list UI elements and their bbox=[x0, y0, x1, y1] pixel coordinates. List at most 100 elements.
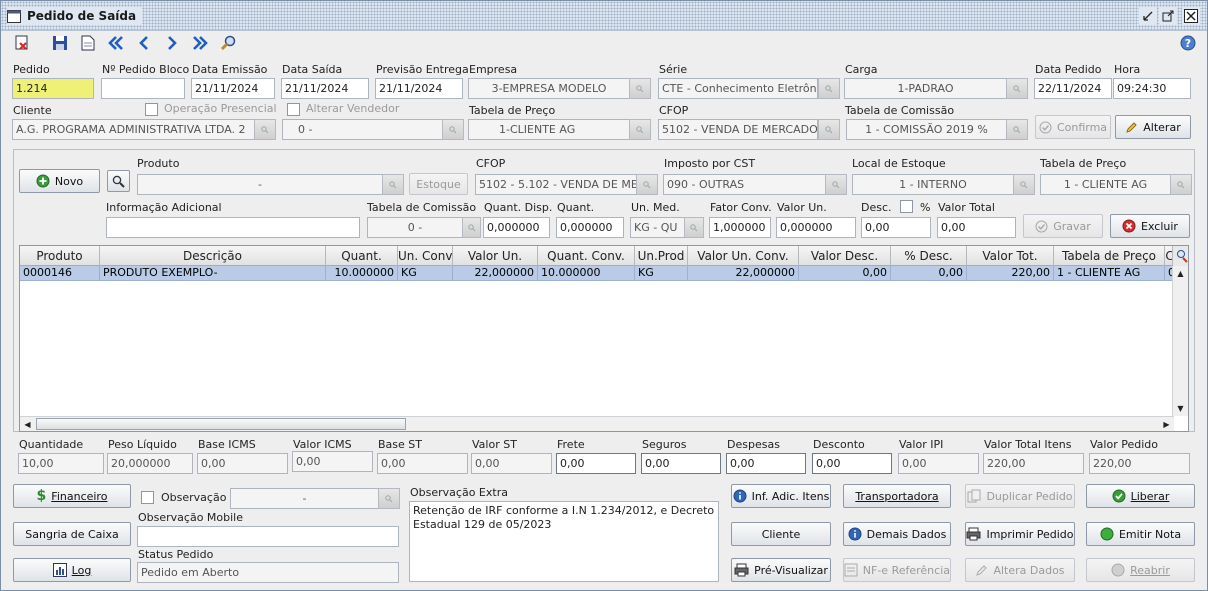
un-med-field[interactable]: KG - QU bbox=[630, 217, 685, 238]
tabela-preco-field[interactable]: 1-CLIENTE AG bbox=[468, 119, 630, 140]
save-icon[interactable] bbox=[49, 33, 71, 53]
nfe-referencia-button[interactable]: NF-e Referência bbox=[843, 558, 951, 582]
previsao-entrega-field[interactable]: 21/11/2024 bbox=[375, 78, 463, 99]
col-valor-tot[interactable]: Valor Tot. bbox=[967, 246, 1054, 266]
despesas-field[interactable]: 0,00 bbox=[726, 453, 806, 474]
item-cfop-lookup-icon[interactable] bbox=[636, 174, 658, 195]
tabela-preco-lookup-icon[interactable] bbox=[629, 119, 651, 140]
next-record-icon[interactable] bbox=[161, 33, 183, 53]
empresa-lookup-icon[interactable] bbox=[629, 78, 651, 99]
log-button[interactable]: Log bbox=[13, 558, 131, 582]
hora-field[interactable]: 09:24:30 bbox=[1113, 78, 1191, 99]
col-quant-conv[interactable]: Quant. Conv. bbox=[538, 246, 635, 266]
table-row[interactable]: 0000146 PRODUTO EXEMPLO- 10.000000 KG 22… bbox=[20, 266, 1174, 281]
data-saida-field[interactable]: 21/11/2024 bbox=[281, 78, 369, 99]
cfop-field[interactable]: 5102 - VENDA DE MERCADO bbox=[658, 119, 818, 140]
item-tabela-comissao-lookup-icon[interactable] bbox=[462, 217, 481, 238]
serie-field[interactable]: CTE - Conhecimento Eletrônico bbox=[658, 78, 818, 99]
item-cfop-field[interactable]: 5102 - 5.102 - VENDA DE ME bbox=[475, 174, 637, 195]
maximize-icon[interactable] bbox=[1159, 7, 1177, 25]
info-adicional-field[interactable] bbox=[106, 217, 360, 238]
inf-adic-itens-button[interactable]: Inf. Adic. Itens bbox=[731, 484, 831, 508]
scroll-down-icon[interactable]: ▼ bbox=[1173, 401, 1188, 416]
col-tabela-preco[interactable]: Tabela de Preço bbox=[1054, 246, 1165, 266]
observacao-mobile-field[interactable] bbox=[137, 526, 399, 547]
observacao-lookup-icon[interactable] bbox=[378, 488, 400, 509]
frete-field[interactable]: 0,00 bbox=[556, 453, 636, 474]
cliente-button[interactable]: Cliente bbox=[731, 522, 831, 546]
demais-dados-button[interactable]: Demais Dados bbox=[843, 522, 951, 546]
excluir-button[interactable]: Excluir bbox=[1110, 214, 1190, 238]
fator-conv-field[interactable]: 1,000000 bbox=[709, 217, 771, 238]
pedido-bloco-field[interactable] bbox=[101, 78, 185, 99]
confirma-button[interactable]: Confirma bbox=[1035, 115, 1111, 139]
column-chooser-icon[interactable] bbox=[1172, 246, 1188, 266]
quant-disp-field[interactable]: 0,000000 bbox=[483, 217, 550, 238]
col-valor-un[interactable]: Valor Un. bbox=[453, 246, 538, 266]
desconto-field[interactable]: 0,00 bbox=[812, 453, 892, 474]
serie-lookup-icon[interactable] bbox=[818, 78, 840, 99]
produto-lookup-icon[interactable] bbox=[382, 174, 404, 195]
vertical-scrollbar[interactable]: ▲ ▼ bbox=[1172, 266, 1188, 416]
valor-un-field[interactable]: 0,000000 bbox=[776, 217, 856, 238]
local-estoque-field[interactable]: 1 - INTERNO bbox=[852, 174, 1014, 195]
scroll-left-icon[interactable]: ◀ bbox=[20, 417, 35, 431]
product-search-button[interactable] bbox=[107, 170, 130, 192]
scroll-thumb[interactable] bbox=[36, 418, 406, 430]
tabela-comissao-lookup-icon[interactable] bbox=[1006, 119, 1028, 140]
first-record-icon[interactable] bbox=[105, 33, 127, 53]
desc-percent-checkbox[interactable] bbox=[900, 200, 913, 213]
alterar-vendedor-checkbox[interactable] bbox=[287, 103, 300, 116]
help-icon[interactable]: ? bbox=[1177, 33, 1199, 53]
desc-field[interactable]: 0,00 bbox=[861, 217, 931, 238]
pedido-field[interactable]: 1.214 bbox=[12, 78, 94, 99]
altera-dados-button[interactable]: Altera Dados bbox=[965, 558, 1075, 582]
col-produto[interactable]: Produto bbox=[20, 246, 100, 266]
data-emissao-field[interactable]: 21/11/2024 bbox=[191, 78, 275, 99]
tabela-comissao-field[interactable]: 1 - COMISSÃO 2019 % bbox=[846, 119, 1007, 140]
data-pedido-field[interactable]: 22/11/2024 bbox=[1034, 78, 1112, 99]
financeiro-button[interactable]: $ Financeiro bbox=[13, 484, 131, 508]
horizontal-scrollbar[interactable]: ◀ ▶ bbox=[20, 416, 1174, 431]
minimize-icon[interactable] bbox=[1139, 7, 1157, 25]
observacao-extra-textarea[interactable]: Retenção de IRF conforme a I.N 1.234/201… bbox=[409, 501, 719, 582]
quant-field[interactable]: 0,000000 bbox=[556, 217, 624, 238]
search-icon[interactable] bbox=[217, 33, 239, 53]
carga-field[interactable]: 1-PADRAO bbox=[844, 78, 1007, 99]
new-document-icon[interactable] bbox=[77, 33, 99, 53]
imposto-cst-field[interactable]: 090 - OUTRAS bbox=[663, 174, 826, 195]
valor-total-field[interactable]: 0,00 bbox=[937, 217, 1016, 238]
sangria-caixa-button[interactable]: Sangria de Caixa bbox=[13, 522, 131, 546]
imprimir-pedido-button[interactable]: Imprimir Pedido bbox=[965, 522, 1075, 546]
cliente-lookup-icon[interactable] bbox=[254, 119, 276, 140]
col-quant[interactable]: Quant. bbox=[326, 246, 398, 266]
col-pct-desc[interactable]: % Desc. bbox=[891, 246, 967, 266]
estoque-button[interactable]: Estoque bbox=[409, 173, 468, 195]
scroll-right-icon[interactable]: ▶ bbox=[1159, 417, 1174, 431]
local-estoque-lookup-icon[interactable] bbox=[1013, 174, 1035, 195]
operacao-presencial-checkbox[interactable] bbox=[145, 103, 158, 116]
emitir-nota-button[interactable]: Emitir Nota bbox=[1086, 522, 1195, 546]
un-med-lookup-icon[interactable] bbox=[684, 217, 704, 238]
alterar-button[interactable]: Alterar bbox=[1115, 115, 1191, 139]
observacao-checkbox[interactable] bbox=[141, 491, 154, 504]
imposto-cst-lookup-icon[interactable] bbox=[825, 174, 847, 195]
observacao-field[interactable]: - bbox=[230, 488, 379, 509]
last-record-icon[interactable] bbox=[189, 33, 211, 53]
vendedor-lookup-icon[interactable] bbox=[442, 119, 464, 140]
cfop-lookup-icon[interactable] bbox=[818, 119, 840, 140]
seguros-field[interactable]: 0,00 bbox=[641, 453, 721, 474]
carga-lookup-icon[interactable] bbox=[1006, 78, 1028, 99]
item-tabela-comissao-field[interactable]: 0 - bbox=[367, 217, 463, 238]
vendedor-field[interactable]: 0 - bbox=[282, 119, 443, 140]
col-un-prod[interactable]: Un.Prod bbox=[635, 246, 688, 266]
pre-visualizar-button[interactable]: Pré-Visualizar bbox=[731, 558, 831, 582]
cancel-doc-icon[interactable] bbox=[11, 33, 33, 53]
liberar-button[interactable]: Liberar bbox=[1086, 484, 1195, 508]
close-icon[interactable] bbox=[1182, 7, 1200, 25]
novo-item-button[interactable]: Novo bbox=[19, 169, 100, 193]
col-valor-un-conv[interactable]: Valor Un. Conv. bbox=[688, 246, 799, 266]
item-tabela-preco-lookup-icon[interactable] bbox=[1170, 174, 1192, 195]
transportadora-button[interactable]: Transportadora bbox=[843, 484, 951, 508]
produto-field[interactable]: - bbox=[137, 174, 383, 195]
